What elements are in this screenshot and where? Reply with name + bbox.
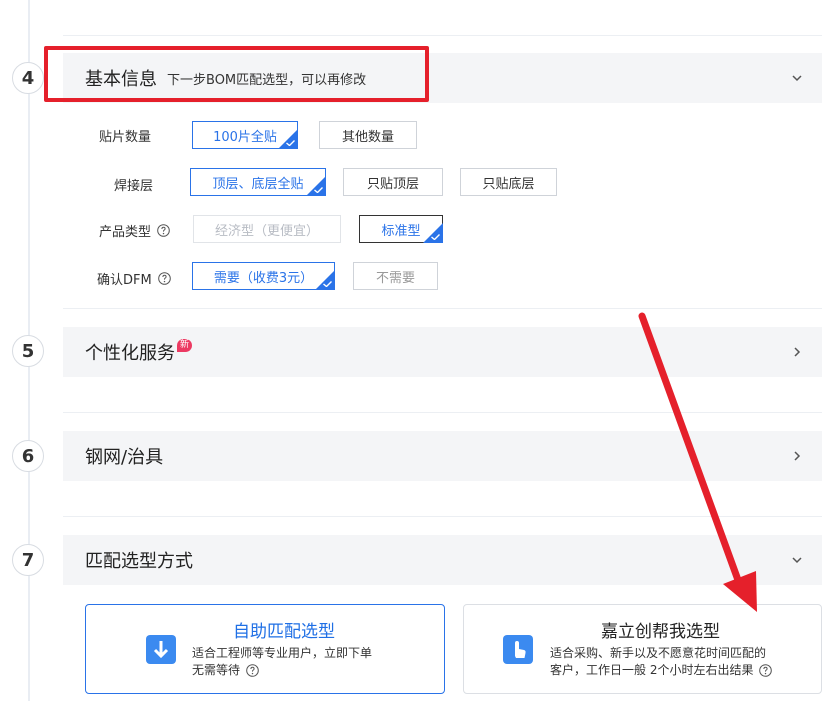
annotation-arrow [638,312,757,612]
